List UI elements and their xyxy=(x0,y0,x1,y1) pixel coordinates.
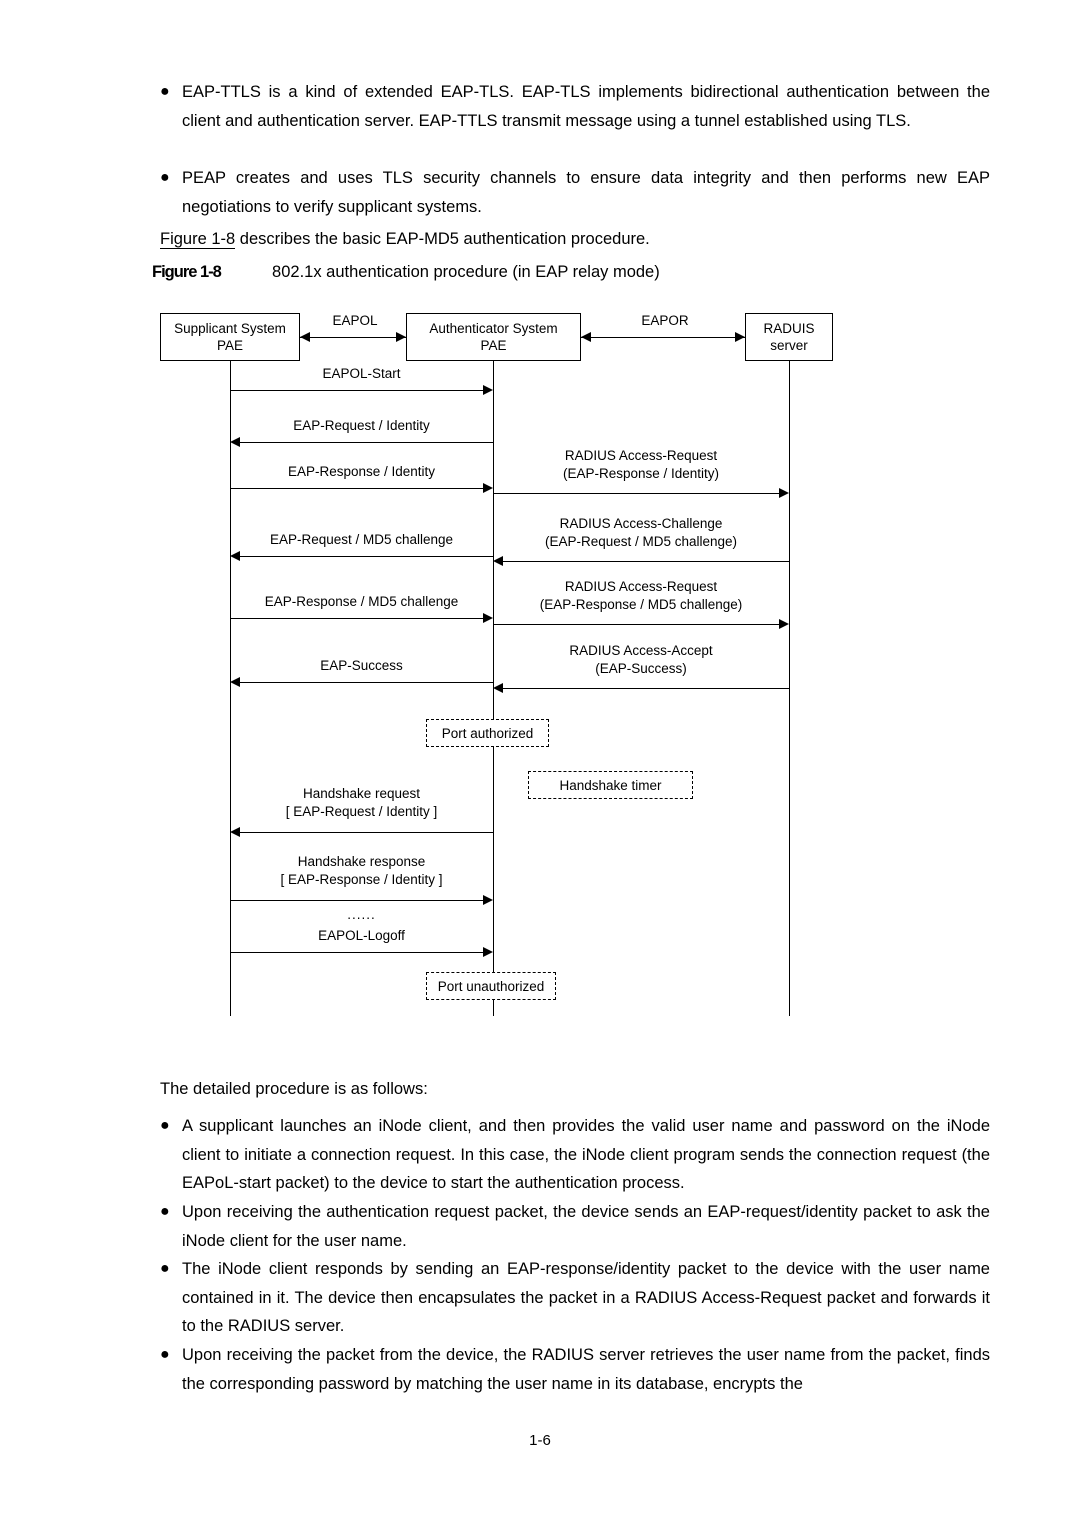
message-label: RADIUS Access-Accept (EAP-Success) xyxy=(569,643,713,676)
message-line xyxy=(230,618,483,619)
figure-caption: Figure 1-8 802.1x authentication procedu… xyxy=(152,263,982,282)
message-label: RADIUS Access-Request (EAP-Response / MD… xyxy=(539,579,743,612)
bullet-item: ● A supplicant launches an iNode client,… xyxy=(160,1112,990,1198)
connector-eapor-line xyxy=(581,337,745,338)
node-label-line2: server xyxy=(770,338,808,353)
message-arrow-right xyxy=(779,619,789,629)
message-arrow-left xyxy=(230,437,240,447)
bullet-item: ● PEAP creates and uses TLS security cha… xyxy=(160,164,990,221)
message-line xyxy=(230,390,483,391)
ellipsis-label: ...... xyxy=(347,907,376,922)
message-label: EAPOL-Logoff xyxy=(318,928,405,943)
figure-caption-text: 802.1x authentication procedure (in EAP … xyxy=(272,263,660,281)
connector-eapol-arrow-left xyxy=(300,332,310,342)
message-arrow-left xyxy=(230,827,240,837)
bullet-marker: ● xyxy=(160,1346,170,1363)
message-line xyxy=(240,442,493,443)
message-line xyxy=(240,556,493,557)
message-line xyxy=(493,624,779,625)
connector-eapol-arrow-right xyxy=(396,332,406,342)
message-line xyxy=(503,561,789,562)
bullet-marker: ● xyxy=(160,1203,170,1220)
state-box-port-unauthorized: Port unauthorized xyxy=(426,972,556,1000)
bullet-text: Upon receiving the authentication reques… xyxy=(182,1203,990,1250)
message-label: EAPOL-Start xyxy=(322,366,401,381)
message-label: EAP-Response / Identity xyxy=(287,464,436,479)
message-arrow-right xyxy=(779,488,789,498)
node-radius-server: RADUIS server xyxy=(745,313,833,361)
message-arrow-right xyxy=(483,895,493,905)
message-label: RADIUS Access-Request (EAP-Response / Id… xyxy=(562,448,720,481)
bullet-marker: ● xyxy=(160,1260,170,1277)
bullet-item: ● Upon receiving the authentication requ… xyxy=(160,1198,990,1255)
message-label: EAP-Request / Identity xyxy=(293,418,430,433)
bullet-text: Upon receiving the packet from the devic… xyxy=(182,1346,990,1393)
node-label-line1: Supplicant System xyxy=(174,321,286,336)
message-label: EAP-Response / MD5 challenge xyxy=(264,594,459,609)
node-supplicant-system: Supplicant System PAE xyxy=(160,313,300,361)
node-label-line2: PAE xyxy=(216,338,243,353)
message-line xyxy=(230,488,483,489)
message-label: Handshake request [ EAP-Request / Identi… xyxy=(285,786,438,819)
sequence-diagram: Supplicant System PAE Authenticator Syst… xyxy=(160,305,900,1020)
node-label-line2: PAE xyxy=(480,338,507,353)
message-line xyxy=(240,682,493,683)
figure-reference-rest: describes the basic EAP-MD5 authenticati… xyxy=(235,230,650,248)
link-label-eapor: EAPOR xyxy=(585,313,745,328)
message-arrow-left xyxy=(230,551,240,561)
bullet-text: A supplicant launches an iNode client, a… xyxy=(182,1117,990,1192)
bullet-item: ● The iNode client responds by sending a… xyxy=(160,1255,990,1341)
message-arrow-left xyxy=(493,683,503,693)
bullet-text: EAP-TTLS is a kind of extended EAP-TLS. … xyxy=(182,83,990,130)
message-line xyxy=(240,832,493,833)
message-arrow-left xyxy=(230,677,240,687)
message-line xyxy=(503,688,789,689)
node-authenticator-system: Authenticator System PAE xyxy=(406,313,581,361)
bullet-marker: ● xyxy=(160,169,170,186)
bullet-marker: ● xyxy=(160,83,170,100)
link-label-eapol: EAPOL xyxy=(304,313,406,328)
message-line xyxy=(493,493,779,494)
node-label-line1: RADUIS xyxy=(763,321,815,336)
figure-reference-link[interactable]: Figure 1-8 xyxy=(160,230,236,249)
state-box-handshake-timer: Handshake timer xyxy=(528,771,693,799)
figure-caption-label: Figure 1-8 xyxy=(152,263,222,281)
message-label: EAP-Success xyxy=(320,658,403,673)
message-label: RADIUS Access-Challenge (EAP-Request / M… xyxy=(544,516,738,549)
message-arrow-right xyxy=(483,385,493,395)
page-number: 1-6 xyxy=(529,1432,551,1449)
message-arrow-right xyxy=(483,613,493,623)
message-arrow-left xyxy=(493,556,503,566)
node-label-line1: Authenticator System xyxy=(429,321,558,336)
bullet-text: PEAP creates and uses TLS security chann… xyxy=(182,169,990,216)
bullet-item: ● Upon receiving the packet from the dev… xyxy=(160,1341,990,1398)
document-page: ● EAP-TTLS is a kind of extended EAP-TLS… xyxy=(0,0,1080,1527)
bullet-marker: ● xyxy=(160,1117,170,1134)
state-box-port-authorized: Port authorized xyxy=(426,719,549,747)
lifeline-radius xyxy=(789,361,790,1016)
detailed-procedure-intro: The detailed procedure is as follows: xyxy=(160,1080,428,1098)
message-arrow-right xyxy=(483,947,493,957)
message-label: EAP-Request / MD5 challenge xyxy=(269,532,454,547)
connector-eapor-arrow-left xyxy=(581,332,591,342)
message-line xyxy=(230,952,483,953)
figure-reference-sentence: Figure 1-8 describes the basic EAP-MD5 a… xyxy=(160,225,990,254)
connector-eapol-line xyxy=(300,337,406,338)
connector-eapor-arrow-right xyxy=(735,332,745,342)
message-line xyxy=(230,900,483,901)
bullet-text: The iNode client responds by sending an … xyxy=(182,1260,990,1335)
bullet-item: ● EAP-TTLS is a kind of extended EAP-TLS… xyxy=(160,78,990,135)
message-arrow-right xyxy=(483,483,493,493)
message-label: Handshake response [ EAP-Response / Iden… xyxy=(280,854,443,887)
